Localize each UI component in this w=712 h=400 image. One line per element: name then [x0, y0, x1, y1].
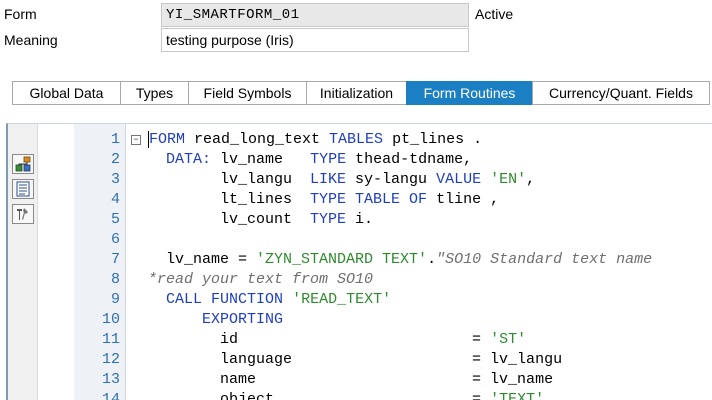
- code-line[interactable]: 12 language = lv_langu: [74, 350, 712, 370]
- code-token: 'TEXT': [490, 391, 545, 400]
- code-text: id = 'ST': [148, 330, 526, 350]
- code-area[interactable]: 1− FORM read_long_text TABLES pt_lines .2…: [74, 130, 712, 400]
- line-number: 8: [110, 271, 120, 288]
- code-line[interactable]: 1 − FORM read_long_text TABLES pt_lines .: [74, 130, 712, 150]
- meaning-field[interactable]: testing purpose (Iris): [161, 28, 469, 52]
- editor-toolbar: [8, 124, 38, 400]
- line-number: 9: [110, 291, 120, 308]
- code-token: lv_name =: [148, 251, 257, 268]
- code-token: TYPE: [310, 211, 347, 228]
- code-text: DATA: lv_name TYPE thead-tdname,: [148, 150, 472, 170]
- code-text: EXPORTING: [148, 310, 283, 330]
- code-token: 'ST': [490, 331, 527, 348]
- code-token: thead-tdname,: [346, 151, 473, 168]
- code-token: TYPE: [310, 151, 347, 168]
- line-number: 2: [110, 151, 120, 168]
- tab-form-routines[interactable]: Form Routines: [406, 81, 532, 105]
- line-number: 14: [101, 391, 120, 400]
- code-text: FORM read_long_text TABLES pt_lines .: [148, 130, 482, 150]
- tab-initialization[interactable]: Initialization: [306, 81, 406, 105]
- code-token: VALUE: [436, 171, 482, 188]
- code-line[interactable]: 3 lv_langu LIKE sy-langu VALUE 'EN',: [74, 170, 712, 190]
- code-token: tline ,: [427, 191, 500, 208]
- code-line[interactable]: 14 object = 'TEXT': [74, 390, 712, 400]
- code-token: read_long_text: [185, 131, 330, 148]
- code-text: lv_name = 'ZYN_STANDARD TEXT'."SO10 Stan…: [148, 250, 652, 270]
- line-number: 3: [110, 171, 120, 188]
- code-token: lv_count: [148, 211, 311, 228]
- code-token: object =: [148, 391, 491, 400]
- code-token: lv_langu: [148, 171, 311, 188]
- document-list-icon[interactable]: [12, 179, 34, 199]
- code-token: FORM: [148, 131, 186, 148]
- code-token: 'READ_TEXT': [292, 291, 392, 308]
- code-token: i.: [346, 211, 374, 228]
- code-text: lv_count TYPE i.: [148, 210, 373, 230]
- code-text: *read your text from SO10: [148, 270, 373, 290]
- code-line[interactable]: 9 CALL FUNCTION 'READ_TEXT': [74, 290, 712, 310]
- line-number: 1: [110, 131, 120, 148]
- line-number: 12: [101, 351, 120, 368]
- code-text: lv_langu LIKE sy-langu VALUE 'EN',: [148, 170, 535, 190]
- code-token: sy-langu: [346, 171, 437, 188]
- code-line[interactable]: 2 DATA: lv_name TYPE thead-tdname,: [74, 150, 712, 170]
- code-line[interactable]: 7 lv_name = 'ZYN_STANDARD TEXT'."SO10 St…: [74, 250, 712, 270]
- code-line[interactable]: 5 lv_count TYPE i.: [74, 210, 712, 230]
- status-text: Active: [475, 6, 514, 22]
- tab-global-data[interactable]: Global Data: [12, 81, 120, 105]
- fold-toggle-icon[interactable]: −: [131, 135, 141, 145]
- code-text: CALL FUNCTION 'READ_TEXT': [148, 290, 391, 310]
- line-number: 10: [101, 311, 120, 328]
- code-token: CALL FUNCTION: [166, 291, 284, 308]
- code-line[interactable]: 6: [74, 230, 712, 250]
- code-token: name = lv_name: [148, 371, 554, 388]
- code-token: 'EN': [490, 171, 527, 188]
- code-line[interactable]: 10 EXPORTING: [74, 310, 712, 330]
- tab-types[interactable]: Types: [120, 81, 188, 105]
- line-number: 5: [110, 211, 120, 228]
- code-token: TABLES: [329, 131, 384, 148]
- code-token: language = lv_langu: [148, 351, 563, 368]
- code-token: lt_lines: [148, 191, 311, 208]
- hierarchy-icon[interactable]: [12, 154, 34, 174]
- line-number: 13: [101, 371, 120, 388]
- code-line[interactable]: 11 id = 'ST': [74, 330, 712, 350]
- meaning-label: Meaning: [4, 32, 58, 48]
- code-text: lt_lines TYPE TABLE OF tline ,: [148, 190, 499, 210]
- tab-strip: Global Data Types Field Symbols Initiali…: [12, 81, 712, 105]
- code-token: LIKE: [310, 171, 347, 188]
- code-token: lv_name: [211, 151, 311, 168]
- code-text: name = lv_name: [148, 370, 553, 390]
- code-token: EXPORTING: [202, 311, 284, 328]
- line-number: 4: [110, 191, 120, 208]
- code-token: *read your text from SO10: [148, 271, 374, 288]
- form-label: Form: [4, 6, 37, 22]
- code-token: ,: [526, 171, 536, 188]
- tools-icon[interactable]: [12, 204, 34, 224]
- code-token: 'ZYN_STANDARD TEXT': [256, 251, 428, 268]
- line-number: 6: [110, 231, 120, 248]
- code-token: .: [427, 251, 437, 268]
- code-token: "SO10 Standard text name: [436, 251, 653, 268]
- code-token: id =: [148, 331, 491, 348]
- tab-currency-quant-fields[interactable]: Currency/Quant. Fields: [532, 81, 710, 105]
- code-text: language = lv_langu: [148, 350, 562, 370]
- code-line[interactable]: 8 *read your text from SO10: [74, 270, 712, 290]
- code-token: pt_lines .: [383, 131, 483, 148]
- form-name-field[interactable]: YI_SMARTFORM_01: [161, 3, 469, 27]
- code-editor[interactable]: 1− FORM read_long_text TABLES pt_lines .2…: [6, 123, 712, 400]
- tab-field-symbols[interactable]: Field Symbols: [188, 81, 306, 105]
- code-token: TYPE TABLE OF: [310, 191, 428, 208]
- line-number: 11: [101, 331, 120, 348]
- code-token: DATA:: [166, 151, 212, 168]
- line-number: 7: [110, 251, 120, 268]
- code-line[interactable]: 4 lt_lines TYPE TABLE OF tline ,: [74, 190, 712, 210]
- code-line[interactable]: 13 name = lv_name: [74, 370, 712, 390]
- code-text: object = 'TEXT': [148, 390, 544, 400]
